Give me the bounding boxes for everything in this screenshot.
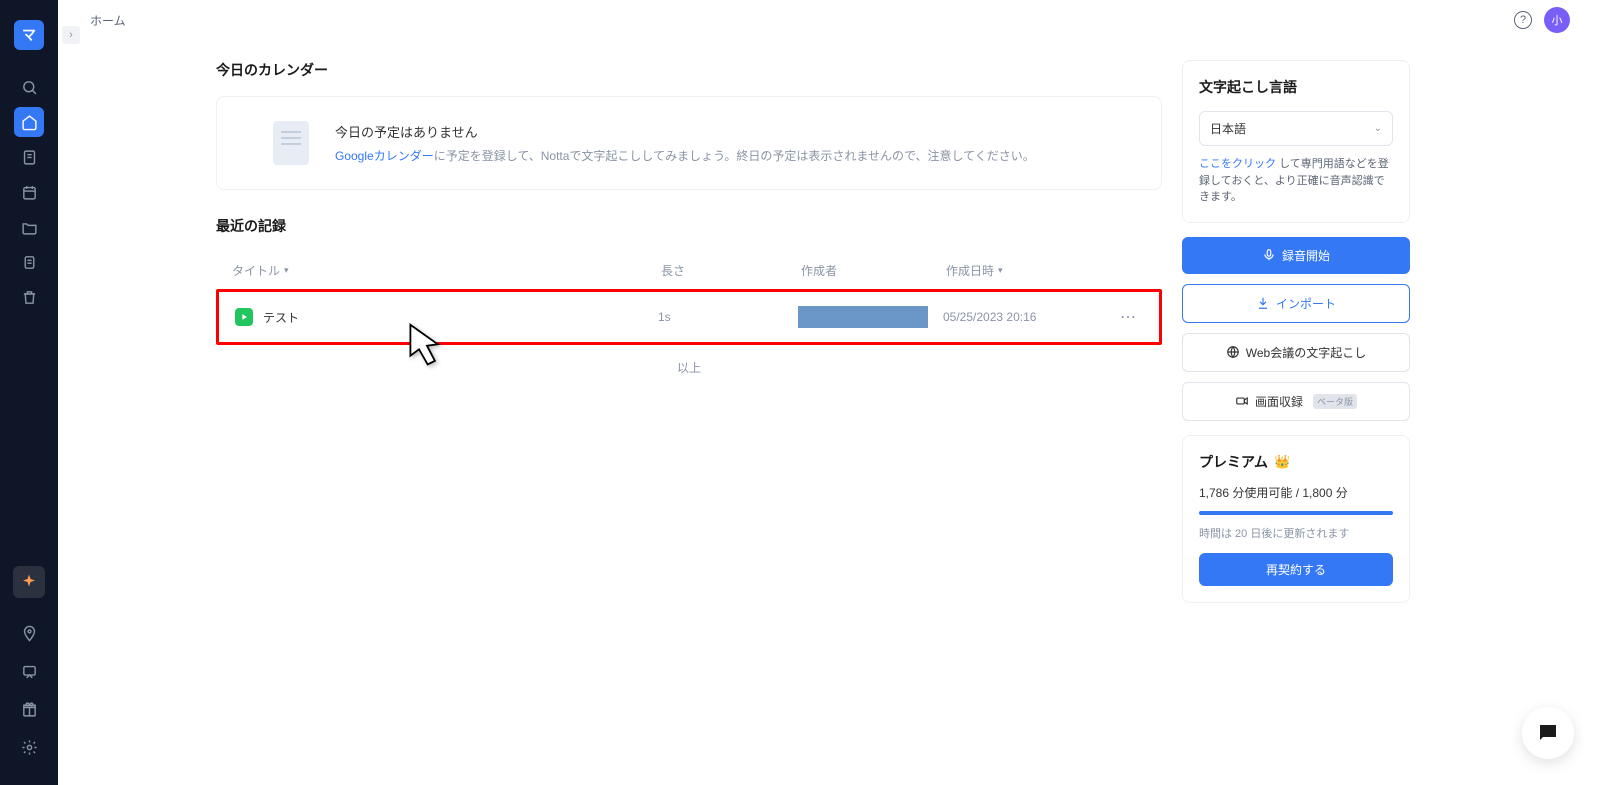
- sidebar-ai-button[interactable]: [13, 566, 45, 598]
- calendar-empty-title: 今日の予定はありません: [335, 122, 1035, 141]
- records-section-title: 最近の記録: [216, 216, 1162, 236]
- table-header: タイトル ▾ 長さ 作成者 作成日時 ▾: [216, 252, 1162, 289]
- premium-title: プレミアム 👑: [1199, 452, 1393, 472]
- record-creator: [798, 306, 943, 328]
- sidebar-notes[interactable]: [14, 142, 44, 172]
- column-creator: 作成者: [801, 262, 946, 279]
- table-row[interactable]: テスト 1s 05/25/2023 20:16 ⋯: [216, 289, 1162, 345]
- video-icon: [1235, 394, 1249, 408]
- end-of-list: 以上: [216, 345, 1162, 390]
- chat-icon: [1536, 721, 1560, 745]
- import-button[interactable]: インポート: [1182, 284, 1410, 323]
- usage-bar: [1199, 511, 1393, 515]
- record-date: 05/25/2023 20:16: [943, 310, 1113, 324]
- header: ホーム ? 小: [58, 0, 1600, 40]
- column-length: 長さ: [661, 262, 801, 279]
- language-panel: 文字起こし言語 日本語 ⌄ ここをクリック して専門用語などを登録しておくと、よ…: [1182, 60, 1410, 223]
- more-icon: ⋯: [1120, 307, 1136, 327]
- trash-icon: [21, 289, 38, 306]
- mic-icon: [1262, 248, 1276, 262]
- calendar-empty-card: 今日の予定はありません Googleカレンダーに予定を登録して、Nottaで文字…: [216, 96, 1162, 190]
- globe-icon: [1226, 345, 1240, 359]
- sidebar-files[interactable]: [14, 247, 44, 277]
- renew-button[interactable]: 再契約する: [1199, 553, 1393, 586]
- sidebar: マ: [0, 0, 58, 785]
- sidebar-home[interactable]: [14, 107, 44, 137]
- breadcrumb: ホーム: [90, 12, 126, 29]
- help-icon: ?: [1520, 14, 1526, 26]
- vocabulary-link[interactable]: ここをクリック: [1199, 158, 1276, 170]
- start-recording-button[interactable]: 録音開始: [1182, 237, 1410, 274]
- premium-panel: プレミアム 👑 1,786 分使用可能 / 1,800 分 時間は 20 日後に…: [1182, 435, 1410, 603]
- calendar-icon: [21, 184, 38, 201]
- usage-text: 1,786 分使用可能 / 1,800 分: [1199, 484, 1393, 501]
- gift-icon: [21, 701, 38, 718]
- sparkle-icon: [20, 573, 38, 591]
- creator-redacted: [798, 306, 928, 328]
- language-hint: ここをクリック して専門用語などを登録しておくと、より正確に音声認識できます。: [1199, 156, 1393, 206]
- web-meeting-button[interactable]: Web会議の文字起こし: [1182, 333, 1410, 372]
- calendar-empty-desc: Googleカレンダーに予定を登録して、Nottaで文字起こししてみましょう。終…: [335, 147, 1035, 164]
- files-icon: [21, 254, 38, 271]
- record-more-button[interactable]: ⋯: [1113, 307, 1143, 327]
- record-length: 1s: [658, 310, 798, 324]
- chat-bubble-button[interactable]: [1522, 707, 1574, 759]
- language-select[interactable]: 日本語 ⌄: [1199, 111, 1393, 146]
- chevron-down-icon: ▾: [998, 265, 1003, 276]
- app-logo[interactable]: マ: [14, 20, 44, 50]
- settings-icon: [21, 739, 38, 756]
- beta-badge: ベータ版: [1313, 394, 1357, 409]
- folder-icon: [21, 219, 38, 236]
- record-title: テスト: [263, 309, 658, 326]
- sidebar-gift[interactable]: [14, 694, 44, 724]
- sidebar-trash[interactable]: [14, 282, 44, 312]
- user-avatar[interactable]: 小: [1544, 7, 1570, 33]
- renew-info: 時間は 20 日後に更新されます: [1199, 525, 1393, 541]
- help-button[interactable]: ?: [1514, 11, 1532, 29]
- record-type-icon: [235, 308, 253, 326]
- location-icon: [21, 625, 38, 642]
- chevron-down-icon: ▾: [284, 265, 289, 276]
- sidebar-feedback[interactable]: [14, 656, 44, 686]
- column-date[interactable]: 作成日時 ▾: [946, 262, 1116, 279]
- calendar-illustration: [239, 115, 315, 171]
- language-panel-title: 文字起こし言語: [1199, 77, 1393, 97]
- home-icon: [21, 114, 38, 131]
- crown-icon: 👑: [1274, 454, 1290, 470]
- sidebar-search[interactable]: [14, 72, 44, 102]
- import-icon: [1256, 296, 1270, 310]
- calendar-section-title: 今日のカレンダー: [216, 60, 1162, 80]
- column-title[interactable]: タイトル ▾: [232, 262, 661, 279]
- notes-icon: [21, 149, 38, 166]
- sidebar-location[interactable]: [14, 618, 44, 648]
- feedback-icon: [21, 663, 38, 680]
- search-icon: [21, 79, 38, 96]
- sidebar-settings[interactable]: [14, 732, 44, 762]
- google-calendar-link[interactable]: Googleカレンダー: [335, 149, 434, 163]
- sidebar-calendar[interactable]: [14, 177, 44, 207]
- screen-record-button[interactable]: 画面収録 ベータ版: [1182, 382, 1410, 421]
- sidebar-folder[interactable]: [14, 212, 44, 242]
- chevron-down-icon: ⌄: [1374, 123, 1382, 134]
